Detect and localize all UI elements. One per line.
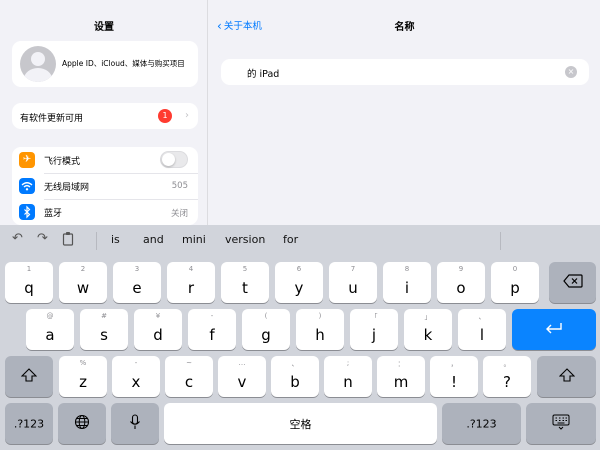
bluetooth-icon [19, 204, 35, 220]
chevron-right-icon: › [185, 110, 189, 121]
key-y[interactable]: 6y [275, 262, 323, 303]
key-d[interactable]: ¥ d [134, 309, 182, 350]
sidebar-item-label: 飞行模式 [44, 157, 81, 167]
key-j[interactable]: 「j [350, 309, 398, 350]
key-r[interactable]: 4r [167, 262, 215, 303]
airplane-mode-toggle[interactable] [160, 151, 188, 168]
page-title: 名称 [394, 22, 415, 33]
shift-left-button[interactable] [5, 356, 53, 397]
apple-id-profile-row[interactable]: Apple ID、iCloud、媒体与购买项目 [12, 41, 198, 87]
key-m[interactable]: ： m [377, 356, 425, 397]
return-arrow-icon [512, 322, 596, 338]
clear-text-icon[interactable]: × [565, 66, 577, 78]
shift-right-button[interactable] [537, 356, 596, 397]
onscreen-keyboard: ↶ ↷ is and mini version for 1q 2w 3e 4r … [0, 225, 600, 450]
key-i[interactable]: 8i [383, 262, 431, 303]
key-l[interactable]: 、 l [458, 309, 506, 350]
connectivity-group: ✈ 飞行模式 无线局域网 505 蓝牙 关闭 [12, 147, 198, 225]
key-z[interactable]: % z [59, 356, 107, 397]
dictation-button[interactable] [111, 403, 159, 444]
key-w[interactable]: 2w [59, 262, 107, 303]
key-h[interactable]: ) h [296, 309, 344, 350]
delete-backspace-icon [549, 273, 596, 292]
sidebar-title: 设置 [94, 22, 114, 33]
key-f[interactable]: -f [188, 309, 236, 350]
suggestion-word[interactable]: and [143, 233, 164, 246]
key-b[interactable]: 、 b [271, 356, 319, 397]
key-s[interactable]: # s [80, 309, 128, 350]
key-a[interactable]: @ a [26, 309, 74, 350]
key-x[interactable]: -x [112, 356, 160, 397]
key-exclamation[interactable]: ，! [430, 356, 478, 397]
undo-icon[interactable]: ↶ [12, 231, 23, 246]
key-o[interactable]: 9o [437, 262, 485, 303]
key-g[interactable]: (g [242, 309, 290, 350]
software-update-label: 有软件更新可用 [20, 114, 84, 124]
paste-icon[interactable] [62, 231, 76, 251]
wifi-icon [19, 178, 35, 194]
detail-pane: ‹ 关于本机 名称 的 iPad × [209, 0, 600, 225]
device-name-value[interactable]: 的 iPad [247, 66, 279, 80]
key-t[interactable]: 5t [221, 262, 269, 303]
sidebar-item-label: 无线局域网 [44, 183, 90, 193]
bluetooth-value: 关闭 [170, 209, 188, 219]
shift-icon [5, 367, 53, 386]
microphone-icon [111, 413, 159, 434]
device-name-field[interactable]: 的 iPad × [221, 59, 589, 85]
delete-button[interactable] [549, 262, 596, 303]
airplane-icon: ✈ [19, 152, 35, 168]
hide-keyboard-button[interactable] [526, 403, 596, 444]
software-update-row[interactable]: 有软件更新可用 1 › [12, 103, 198, 129]
key-k[interactable]: 」 k [404, 309, 452, 350]
return-button[interactable] [512, 309, 596, 350]
suggestion-word[interactable]: mini [182, 233, 206, 246]
key-u[interactable]: 7u [329, 262, 377, 303]
numbers-right-button[interactable]: .?123 [442, 403, 521, 444]
key-question[interactable]: 。? [483, 356, 531, 397]
shift-icon [537, 367, 596, 386]
globe-icon [58, 414, 106, 434]
key-n[interactable]: ; n [324, 356, 372, 397]
key-p[interactable]: 0p [491, 262, 539, 303]
sidebar-item-bluetooth[interactable]: 蓝牙 关闭 [12, 199, 198, 225]
globe-button[interactable] [58, 403, 106, 444]
sidebar-item-airplane-mode[interactable]: ✈ 飞行模式 [12, 147, 198, 173]
suggestion-bar: ↶ ↷ is and mini version for [0, 225, 600, 257]
wifi-network-value: 505 [171, 181, 188, 191]
apple-id-label: Apple ID、iCloud、媒体与购买项目 [62, 59, 185, 68]
avatar [20, 46, 56, 82]
numbers-left-button[interactable]: .?123 [5, 403, 53, 444]
key-c[interactable]: ~ c [165, 356, 213, 397]
redo-icon[interactable]: ↷ [37, 231, 48, 246]
key-q[interactable]: 1q [5, 262, 53, 303]
suggestion-word[interactable]: is [111, 233, 120, 246]
space-bar[interactable]: 空格 [164, 403, 437, 444]
suggestion-word[interactable]: version [225, 233, 265, 246]
key-e[interactable]: 3e [113, 262, 161, 303]
keyboard-dismiss-icon [526, 414, 596, 434]
sidebar-item-label: 蓝牙 [44, 209, 63, 219]
suggestion-word[interactable]: for [283, 233, 298, 246]
sidebar-item-wifi[interactable]: 无线局域网 505 [12, 173, 198, 199]
update-badge: 1 [158, 109, 172, 123]
key-v[interactable]: … v [218, 356, 266, 397]
